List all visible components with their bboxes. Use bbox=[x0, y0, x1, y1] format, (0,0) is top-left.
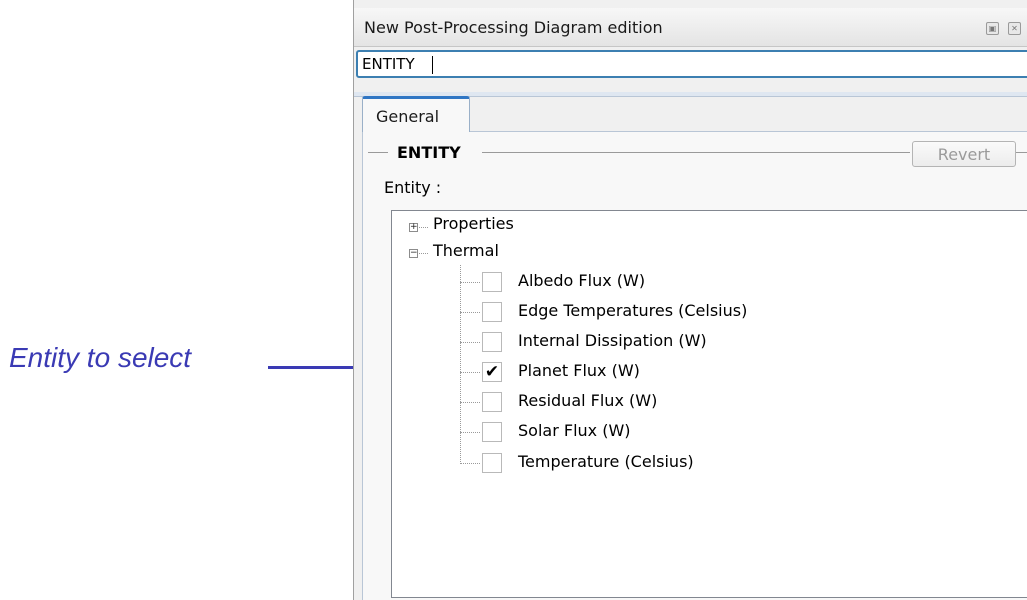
diagram-edition-panel: New Post-Processing Diagram edition ▣ ✕ … bbox=[353, 0, 1027, 600]
tree-connector bbox=[460, 402, 480, 403]
tree-item-internal-dissipation[interactable]: Internal Dissipation (W) bbox=[518, 331, 707, 350]
tree-connector bbox=[460, 282, 480, 283]
tree-connector bbox=[419, 253, 428, 254]
edge-temperatures-checkbox[interactable] bbox=[482, 302, 502, 322]
tree-item-albedo-flux[interactable]: Albedo Flux (W) bbox=[518, 271, 645, 290]
planet-flux-checkbox[interactable]: ✔ bbox=[482, 362, 502, 382]
residual-flux-checkbox[interactable] bbox=[482, 392, 502, 412]
group-frame-line bbox=[1016, 152, 1027, 153]
albedo-flux-checkbox[interactable] bbox=[482, 272, 502, 292]
close-window-icon[interactable]: ✕ bbox=[1008, 22, 1021, 35]
collapse-minus-icon[interactable]: − bbox=[409, 249, 418, 258]
solar-flux-checkbox[interactable] bbox=[482, 422, 502, 442]
tree-connector bbox=[460, 432, 480, 433]
group-title: ENTITY bbox=[397, 143, 461, 162]
temperature-checkbox[interactable] bbox=[482, 453, 502, 473]
float-window-icon[interactable]: ▣ bbox=[986, 22, 999, 35]
tree-item-edge-temperatures[interactable]: Edge Temperatures (Celsius) bbox=[518, 301, 747, 320]
tree-item-residual-flux[interactable]: Residual Flux (W) bbox=[518, 391, 657, 410]
entity-field-label: Entity : bbox=[384, 178, 442, 197]
tree-item-planet-flux[interactable]: Planet Flux (W) bbox=[518, 361, 640, 380]
text-caret bbox=[432, 56, 433, 74]
tree-connector bbox=[460, 265, 461, 464]
internal-dissipation-checkbox[interactable] bbox=[482, 332, 502, 352]
annotation-label: Entity to select bbox=[9, 342, 192, 373]
diagram-name-input[interactable] bbox=[356, 50, 1027, 78]
tree-item-properties[interactable]: Properties bbox=[433, 214, 514, 233]
tree-connector bbox=[460, 463, 480, 464]
tree-connector bbox=[419, 227, 428, 228]
tree-item-solar-flux[interactable]: Solar Flux (W) bbox=[518, 421, 631, 440]
tree-connector bbox=[460, 312, 480, 313]
tree-item-thermal[interactable]: Thermal bbox=[433, 241, 499, 260]
expand-plus-icon[interactable]: + bbox=[409, 223, 418, 232]
group-frame-line bbox=[482, 152, 910, 153]
entity-tree[interactable]: + Properties − Thermal Albedo Flux (W) E… bbox=[391, 210, 1027, 598]
tab-general[interactable]: General bbox=[362, 96, 470, 132]
revert-button[interactable]: Revert bbox=[912, 141, 1016, 167]
tree-connector bbox=[460, 372, 480, 373]
panel-title: New Post-Processing Diagram edition bbox=[364, 18, 663, 37]
tree-item-temperature[interactable]: Temperature (Celsius) bbox=[518, 452, 694, 471]
group-frame-line bbox=[368, 152, 388, 153]
panel-title-bar: New Post-Processing Diagram edition ▣ ✕ bbox=[354, 8, 1027, 47]
tree-connector bbox=[460, 342, 480, 343]
tab-general-label: General bbox=[376, 107, 440, 126]
